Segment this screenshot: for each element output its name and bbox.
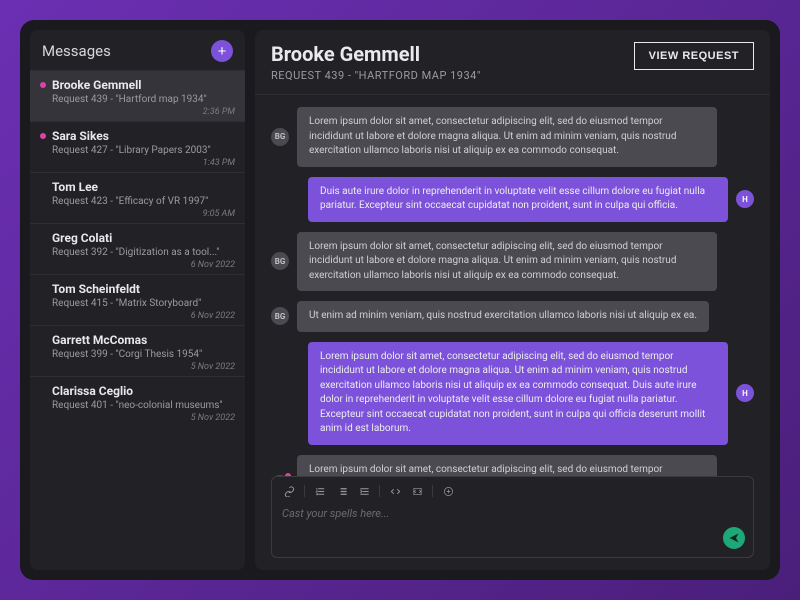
thread-name: Tom Scheinfeldt — [40, 282, 235, 296]
thread-name: Clarissa Ceglio — [40, 384, 235, 398]
view-request-button[interactable]: VIEW REQUEST — [634, 42, 754, 70]
app-window: Messages + Brooke Gemmell Request 439 - "… — [20, 20, 780, 580]
sidebar-title: Messages — [42, 42, 111, 60]
conversation-panel: Brooke Gemmell REQUEST 439 - "HARTFORD M… — [255, 30, 770, 570]
message-bubble: Ut enim ad minim veniam, quis nostrud ex… — [297, 301, 709, 332]
code-icon[interactable] — [386, 483, 404, 499]
message-row: BG Lorem ipsum dolor sit amet, consectetu… — [271, 232, 754, 292]
thread-timestamp: 6 Nov 2022 — [40, 311, 235, 321]
message-row: BGLorem ipsum dolor sit amet, consectetu… — [271, 455, 754, 477]
message-bubble: Lorem ipsum dolor sit amet, consectetur … — [297, 232, 717, 292]
composer — [271, 476, 754, 558]
thread-subtitle: Request 392 - "Digitization as a tool...… — [52, 247, 235, 258]
thread-timestamp: 1:43 PM — [40, 158, 235, 168]
toolbar-divider — [379, 485, 380, 497]
thread-timestamp: 5 Nov 2022 — [40, 362, 235, 372]
avatar: H — [736, 190, 754, 208]
conversation-title: Brooke Gemmell — [271, 42, 481, 66]
compose-input[interactable] — [280, 503, 745, 551]
sidebar: Messages + Brooke Gemmell Request 439 - "… — [30, 30, 245, 570]
thread-list[interactable]: Brooke Gemmell Request 439 - "Hartford ma… — [30, 70, 245, 570]
message-row: BG Lorem ipsum dolor sit amet, consectetu… — [271, 107, 754, 167]
thread-subtitle: Request 423 - "Efficacy of VR 1997" — [52, 196, 235, 207]
thread-item[interactable]: Tom Scheinfeldt Request 415 - "Matrix Sto… — [30, 274, 245, 325]
new-message-button[interactable]: + — [211, 40, 233, 62]
thread-subtitle: Request 439 - "Hartford map 1934" — [52, 94, 235, 105]
thread-timestamp: 6 Nov 2022 — [40, 260, 235, 270]
ordered-list-icon[interactable] — [311, 483, 329, 499]
thread-subtitle: Request 415 - "Matrix Storyboard" — [52, 298, 235, 309]
message-row: BG Ut enim ad minim veniam, quis nostrud … — [271, 301, 754, 332]
thread-item[interactable]: Sara Sikes Request 427 - "Library Papers … — [30, 121, 245, 172]
send-icon — [728, 532, 740, 544]
composer-toolbar — [280, 483, 745, 499]
thread-subtitle: Request 401 - "neo-colonial museums" — [52, 400, 235, 411]
sidebar-header: Messages + — [30, 30, 245, 70]
avatar: H — [736, 384, 754, 402]
unread-dot-icon — [40, 82, 46, 88]
thread-item[interactable]: Tom Lee Request 423 - "Efficacy of VR 199… — [30, 172, 245, 223]
thread-name: Brooke Gemmell — [40, 78, 235, 92]
thread-timestamp: 9:05 AM — [40, 209, 235, 219]
thread-subtitle: Request 399 - "Corgi Thesis 1954" — [52, 349, 235, 360]
toolbar-divider — [432, 485, 433, 497]
message-row: Lorem ipsum dolor sit amet, consectetur … — [271, 342, 754, 445]
message-bubble: Duis aute irure dolor in reprehenderit i… — [308, 177, 728, 222]
plus-icon: + — [218, 43, 227, 60]
message-row: Duis aute irure dolor in reprehenderit i… — [271, 177, 754, 222]
toolbar-divider — [304, 485, 305, 497]
send-button[interactable] — [723, 527, 745, 549]
unordered-list-icon[interactable] — [333, 483, 351, 499]
link-icon[interactable] — [280, 483, 298, 499]
unread-dot-icon — [40, 133, 46, 139]
thread-timestamp: 5 Nov 2022 — [40, 413, 235, 423]
indent-icon[interactable] — [355, 483, 373, 499]
avatar: BG — [271, 307, 289, 325]
thread-item[interactable]: Clarissa Ceglio Request 401 - "neo-coloni… — [30, 376, 245, 427]
avatar: BG — [271, 128, 289, 146]
conversation-subtitle: REQUEST 439 - "HARTFORD MAP 1934" — [271, 69, 481, 82]
thread-item[interactable]: Garrett McComas Request 399 - "Corgi Thes… — [30, 325, 245, 376]
thread-name: Greg Colati — [40, 231, 235, 245]
message-bubble: Lorem ipsum dolor sit amet, consectetur … — [308, 342, 728, 445]
thread-subtitle: Request 427 - "Library Papers 2003" — [52, 145, 235, 156]
thread-timestamp: 2:36 PM — [40, 107, 235, 117]
thread-item[interactable]: Greg Colati Request 392 - "Digitization a… — [30, 223, 245, 274]
add-tool-icon[interactable] — [439, 483, 457, 499]
thread-name: Tom Lee — [40, 180, 235, 194]
message-list[interactable]: BG Lorem ipsum dolor sit amet, consectetu… — [255, 95, 770, 476]
conversation-header: Brooke Gemmell REQUEST 439 - "HARTFORD M… — [255, 30, 770, 95]
thread-name: Garrett McComas — [40, 333, 235, 347]
thread-item[interactable]: Brooke Gemmell Request 439 - "Hartford ma… — [30, 70, 245, 121]
embed-icon[interactable] — [408, 483, 426, 499]
thread-name: Sara Sikes — [40, 129, 235, 143]
avatar: BG — [271, 252, 289, 270]
message-bubble: Lorem ipsum dolor sit amet, consectetur … — [297, 107, 717, 167]
message-bubble: Lorem ipsum dolor sit amet, consectetur … — [297, 455, 717, 477]
